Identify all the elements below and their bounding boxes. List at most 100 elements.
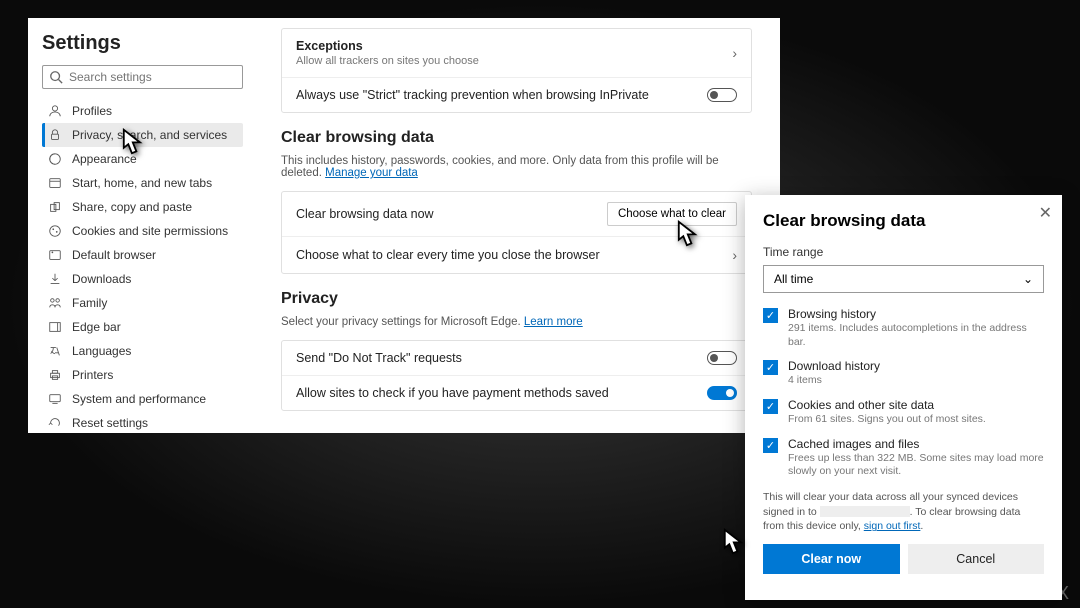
clear-data-dialog: ✕ Clear browsing data Time range All tim… [745, 195, 1062, 600]
sidebar-item-label: Cookies and site permissions [72, 224, 228, 238]
exceptions-card: Exceptions Allow all trackers on sites y… [281, 28, 752, 113]
exceptions-sub: Allow all trackers on sites you choose [296, 55, 479, 67]
browser-icon [48, 248, 62, 262]
check-sub: Frees up less than 322 MB. Some sites ma… [788, 452, 1044, 479]
chevron-right-icon: › [732, 247, 737, 263]
exceptions-title: Exceptions [296, 39, 479, 53]
download-icon [48, 272, 62, 286]
payment-toggle[interactable] [707, 386, 737, 400]
edgebar-icon [48, 320, 62, 334]
search-field[interactable] [69, 70, 236, 84]
cbd-close-row[interactable]: Choose what to clear every time you clos… [282, 236, 751, 273]
reset-icon [48, 416, 62, 430]
sidebar-item-family[interactable]: Family [42, 291, 243, 315]
sidebar-item-label: Share, copy and paste [72, 200, 192, 214]
system-icon [48, 392, 62, 406]
sidebar-item-label: Printers [72, 368, 113, 382]
language-icon [48, 344, 62, 358]
check-cached[interactable]: ✓ Cached images and files Frees up less … [763, 437, 1044, 479]
cbd-section-desc: This includes history, passwords, cookie… [281, 155, 752, 179]
learn-more-link[interactable]: Learn more [524, 316, 583, 328]
sidebar-item-browser[interactable]: Default browser [42, 243, 243, 267]
sidebar-item-label: Family [72, 296, 107, 310]
search-input[interactable] [42, 65, 243, 89]
cbd-card: Clear browsing data now Choose what to c… [281, 191, 752, 274]
check-sub: 4 items [788, 374, 1044, 388]
checkbox-icon[interactable]: ✓ [763, 308, 778, 323]
sidebar-item-profiles[interactable]: Profiles [42, 99, 243, 123]
cancel-button[interactable]: Cancel [908, 544, 1045, 574]
check-title: Download history [788, 359, 1044, 373]
check-sub: From 61 sites. Signs you out of most sit… [788, 413, 1044, 427]
cbd-section-title: Clear browsing data [281, 129, 752, 147]
sidebar-item-label: System and performance [72, 392, 206, 406]
check-browsing-history[interactable]: ✓ Browsing history 291 items. Includes a… [763, 307, 1044, 349]
sidebar-item-label: Default browser [72, 248, 156, 262]
privacy-section-title: Privacy [281, 290, 752, 308]
sidebar-item-reset[interactable]: Reset settings [42, 411, 243, 433]
sidebar-item-label: Profiles [72, 104, 112, 118]
checkbox-icon[interactable]: ✓ [763, 399, 778, 414]
profile-icon [48, 104, 62, 118]
checkbox-icon[interactable]: ✓ [763, 438, 778, 453]
tab-icon [48, 176, 62, 190]
sidebar-item-label: Start, home, and new tabs [72, 176, 212, 190]
watermark: UGETFIX [985, 583, 1070, 604]
dialog-title: Clear browsing data [763, 211, 1044, 231]
check-title: Cookies and other site data [788, 398, 1044, 412]
privacy-card: Send "Do Not Track" requests Allow sites… [281, 340, 752, 411]
time-range-label: Time range [763, 245, 1044, 259]
search-icon [49, 70, 63, 84]
sidebar-item-start[interactable]: Start, home, and new tabs [42, 171, 243, 195]
payment-label: Allow sites to check if you have payment… [296, 386, 609, 400]
dnt-label: Send "Do Not Track" requests [296, 351, 462, 365]
check-title: Browsing history [788, 307, 1044, 321]
sidebar-item-label: Edge bar [72, 320, 121, 334]
time-range-value: All time [774, 272, 813, 286]
manage-data-link[interactable]: Manage your data [325, 167, 418, 179]
share-icon [48, 200, 62, 214]
strict-row: Always use "Strict" tracking prevention … [282, 77, 751, 112]
sidebar-item-cookies[interactable]: Cookies and site permissions [42, 219, 243, 243]
check-title: Cached images and files [788, 437, 1044, 451]
appearance-icon [48, 152, 62, 166]
cookie-icon [48, 224, 62, 238]
check-download-history[interactable]: ✓ Download history 4 items [763, 359, 1044, 388]
sidebar-item-printers[interactable]: Printers [42, 363, 243, 387]
clear-now-button[interactable]: Clear now [763, 544, 900, 574]
redacted-email [820, 506, 910, 517]
time-range-select[interactable]: All time ⌄ [763, 265, 1044, 293]
payment-row: Allow sites to check if you have payment… [282, 375, 751, 410]
privacy-section-desc: Select your privacy settings for Microso… [281, 316, 752, 328]
printer-icon [48, 368, 62, 382]
sidebar-item-share[interactable]: Share, copy and paste [42, 195, 243, 219]
close-icon[interactable]: ✕ [1039, 203, 1052, 223]
page-title: Settings [42, 32, 243, 55]
checkbox-list: ✓ Browsing history 291 items. Includes a… [763, 307, 1044, 482]
sidebar-item-downloads[interactable]: Downloads [42, 267, 243, 291]
checkbox-icon[interactable]: ✓ [763, 360, 778, 375]
dnt-row: Send "Do Not Track" requests [282, 341, 751, 375]
strict-label: Always use "Strict" tracking prevention … [296, 88, 649, 102]
sidebar-item-privacy[interactable]: Privacy, search, and services [42, 123, 243, 147]
sign-out-link[interactable]: sign out first [864, 520, 921, 532]
check-cookies[interactable]: ✓ Cookies and other site data From 61 si… [763, 398, 1044, 427]
content-area: Exceptions Allow all trackers on sites y… [253, 18, 780, 433]
chevron-down-icon: ⌄ [1023, 272, 1033, 286]
dnt-toggle[interactable] [707, 351, 737, 365]
settings-window: Settings Profiles Privacy, search, and s… [28, 18, 780, 433]
lock-icon [48, 128, 62, 142]
sidebar-item-label: Downloads [72, 272, 131, 286]
sidebar-item-languages[interactable]: Languages [42, 339, 243, 363]
strict-toggle[interactable] [707, 88, 737, 102]
check-sub: 291 items. Includes autocompletions in t… [788, 322, 1044, 349]
sidebar-item-edgebar[interactable]: Edge bar [42, 315, 243, 339]
sidebar-item-label: Appearance [72, 152, 137, 166]
cbd-now-label: Clear browsing data now [296, 207, 434, 221]
sidebar-item-appearance[interactable]: Appearance [42, 147, 243, 171]
sidebar-item-system[interactable]: System and performance [42, 387, 243, 411]
exceptions-row[interactable]: Exceptions Allow all trackers on sites y… [282, 29, 751, 77]
choose-what-button[interactable]: Choose what to clear [607, 202, 737, 226]
family-icon [48, 296, 62, 310]
sidebar-item-label: Reset settings [72, 416, 148, 430]
